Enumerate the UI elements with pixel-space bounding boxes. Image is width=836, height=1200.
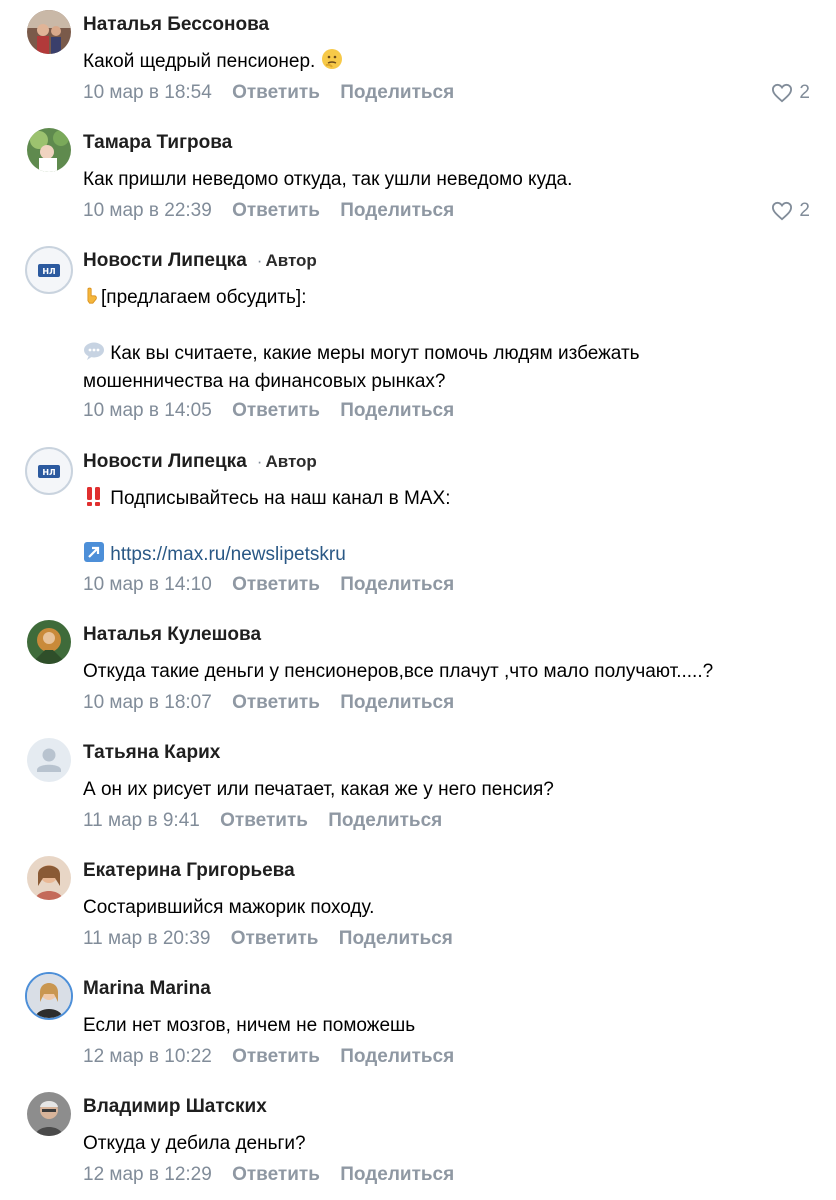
author-name[interactable]: Наталья Бессонова [83, 14, 269, 36]
comment-text: Подписывайтесь на наш канал в MAX: https… [83, 485, 813, 569]
comment-date[interactable]: 10 мар в 18:54 [83, 82, 212, 103]
reply-button[interactable]: Ответить [232, 82, 320, 103]
reply-button[interactable]: Ответить [220, 810, 308, 831]
pointing-hand-icon [87, 287, 97, 304]
double-exclamation-icon [87, 487, 100, 506]
comment-text: А он их рисует или печатает, какая же у … [83, 779, 554, 800]
comment-line: мошенничества на финансовых рынках? [83, 371, 446, 392]
heart-outline-icon [772, 201, 793, 221]
author-badge: · Автор [256, 452, 317, 471]
comment-text: [предлагаем обсудить]: Как вы считаете, … [83, 284, 813, 396]
avatar[interactable] [27, 128, 71, 172]
avatar-logo-text: НЛ [42, 267, 55, 276]
arrow-up-right-icon [84, 542, 104, 562]
comment: НЛ Новости Липецка · Автор Подписывайтесь … [0, 437, 836, 610]
comment-text: Состарившийся мажорик походу. [83, 897, 375, 918]
comment: Наталья Кулешова Откуда такие деньги у п… [0, 610, 836, 728]
comment-meta: 11 мар в 20:39 Ответить Поделиться [83, 928, 468, 950]
avatar[interactable] [25, 972, 73, 1020]
like-button[interactable]: 2 [771, 82, 810, 104]
like-button[interactable]: 2 [771, 200, 810, 222]
author-name-text: Новости Липецка [83, 451, 247, 472]
share-button[interactable]: Поделиться [339, 928, 453, 949]
author-name-text: Новости Липецка [83, 250, 247, 271]
comment-date[interactable]: 10 мар в 14:10 [83, 574, 212, 595]
author-name[interactable]: Владимир Шатских [83, 1096, 267, 1118]
comment: Екатерина Григорьева Состарившийся мажор… [0, 846, 836, 964]
avatar[interactable]: НЛ [25, 246, 73, 294]
comment-line: Подписывайтесь на наш канал в MAX: [110, 488, 451, 509]
comment-text: Как пришли неведомо откуда, так ушли нев… [83, 169, 573, 190]
share-button[interactable]: Поделиться [328, 810, 442, 831]
comment-line: Как вы считаете, какие меры могут помочь… [110, 343, 640, 364]
comment-date[interactable]: 11 мар в 20:39 [83, 928, 210, 949]
comment-text: Откуда у дебила деньги? [83, 1133, 306, 1154]
comment-date[interactable]: 12 мар в 10:22 [83, 1046, 212, 1067]
comment-meta: 10 мар в 18:54 Ответить Поделиться [83, 82, 469, 104]
share-button[interactable]: Поделиться [340, 400, 454, 421]
comment-date[interactable]: 10 мар в 18:07 [83, 692, 212, 713]
avatar-logo-text: НЛ [42, 468, 55, 477]
share-button[interactable]: Поделиться [340, 692, 454, 713]
avatar[interactable]: НЛ [25, 447, 73, 495]
author-name[interactable]: Новости Липецка · Автор [83, 250, 317, 272]
reply-button[interactable]: Ответить [232, 200, 320, 221]
comment-text: Если нет мозгов, ничем не поможешь [83, 1015, 416, 1036]
reply-button[interactable]: Ответить [232, 574, 320, 595]
author-name[interactable]: Тамара Тигрова [83, 132, 232, 154]
comment-meta: 10 мар в 14:05 Ответить Поделиться [83, 400, 469, 422]
share-button[interactable]: Поделиться [340, 200, 454, 221]
avatar[interactable] [27, 738, 71, 782]
reply-button[interactable]: Ответить [232, 1046, 320, 1067]
comment-meta: 10 мар в 18:07 Ответить Поделиться [83, 692, 469, 714]
like-count: 2 [799, 82, 810, 103]
speech-bubble-icon [84, 342, 104, 360]
heart-outline-icon [772, 83, 793, 103]
comment-text: Откуда такие деньги у пенсионеров,все пл… [83, 661, 714, 682]
comment-date[interactable]: 11 мар в 9:41 [83, 810, 200, 831]
reply-button[interactable]: Ответить [232, 692, 320, 713]
comment-meta: 11 мар в 9:41 Ответить Поделиться [83, 810, 457, 832]
avatar[interactable] [27, 620, 71, 664]
avatar[interactable] [27, 10, 71, 54]
comment-text-body: Какой щедрый пенсионер. [83, 51, 316, 72]
author-name[interactable]: Татьяна Карих [83, 742, 220, 764]
author-name[interactable]: Новости Липецка · Автор [83, 451, 317, 473]
share-button[interactable]: Поделиться [340, 82, 454, 103]
comment-date[interactable]: 10 мар в 22:39 [83, 200, 212, 221]
comment-line: [предлагаем обсудить]: [101, 287, 307, 308]
avatar[interactable] [27, 1092, 71, 1136]
comment-meta: 10 мар в 14:10 Ответить Поделиться [83, 574, 469, 596]
thinking-face-icon [321, 49, 342, 69]
comment: Тамара Тигрова Как пришли неведомо откуд… [0, 118, 836, 236]
comment-meta: 12 мар в 10:22 Ответить Поделиться [83, 1046, 469, 1068]
comment: НЛ Новости Липецка · Автор [предлагаем обс… [0, 236, 836, 437]
reply-button[interactable]: Ответить [232, 400, 320, 421]
author-name[interactable]: Marina Marina [83, 978, 211, 1000]
like-count: 2 [799, 200, 810, 221]
share-button[interactable]: Поделиться [340, 574, 454, 595]
comment-text: Какой щедрый пенсионер. [83, 48, 813, 76]
share-button[interactable]: Поделиться [340, 1164, 454, 1185]
comment: Marina Marina Если нет мозгов, ничем не … [0, 964, 836, 1082]
external-link[interactable]: https://max.ru/newslipetskru [110, 544, 345, 565]
comment-meta: 12 мар в 12:29 Ответить Поделиться [83, 1164, 469, 1186]
avatar[interactable] [27, 856, 71, 900]
comment: Владимир Шатских Откуда у дебила деньги?… [0, 1082, 836, 1200]
author-name[interactable]: Наталья Кулешова [83, 624, 261, 646]
author-name[interactable]: Екатерина Григорьева [83, 860, 295, 882]
author-badge: · Автор [256, 251, 317, 270]
reply-button[interactable]: Ответить [231, 928, 319, 949]
comment-meta: 10 мар в 22:39 Ответить Поделиться [83, 200, 469, 222]
comment-date[interactable]: 12 мар в 12:29 [83, 1164, 212, 1185]
reply-button[interactable]: Ответить [232, 1164, 320, 1185]
default-user-icon [27, 738, 71, 782]
share-button[interactable]: Поделиться [340, 1046, 454, 1067]
comment-date[interactable]: 10 мар в 14:05 [83, 400, 212, 421]
comment: Татьяна Карих А он их рисует или печатае… [0, 728, 836, 846]
comment: Наталья Бессонова Какой щедрый пенсионер… [0, 0, 836, 118]
